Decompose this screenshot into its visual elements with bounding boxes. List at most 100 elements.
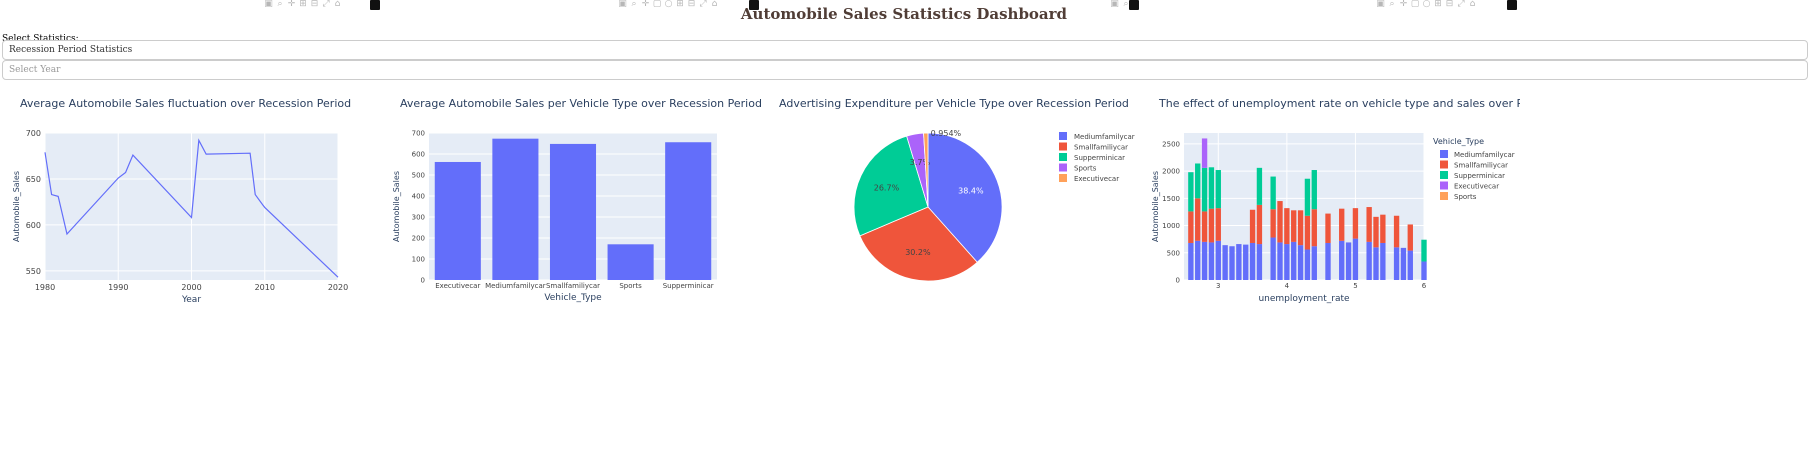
legend-swatch <box>1440 171 1448 179</box>
bar-chart: Average Automobile Sales per Vehicle Typ… <box>380 95 762 325</box>
y-tick-label: 600 <box>412 151 425 159</box>
bar-segment-smallfamiliycar <box>1188 211 1194 243</box>
bar-segment-supperminicar <box>1201 167 1208 212</box>
bar-segment-smallfamiliycar <box>1195 198 1201 241</box>
zoom-icon[interactable]: ⌕ <box>630 0 639 9</box>
slice-label: 0.954% <box>931 129 962 138</box>
bar-segment-supperminicar <box>1188 172 1194 212</box>
bar-segment-smallfamiliycar <box>1277 201 1283 243</box>
zoom-icon[interactable]: ⌕ <box>1388 0 1397 9</box>
lasso-icon[interactable]: ○ <box>664 0 673 9</box>
bar-segment-smallfamiliycar <box>1304 215 1311 250</box>
bar-segment-smallfamiliycar <box>1373 216 1379 248</box>
y-tick-label: 500 <box>1167 249 1180 257</box>
bar-segment-supperminicar <box>1304 178 1311 216</box>
bar-segment-supperminicar <box>1208 167 1215 209</box>
x-tick-label: Mediumfamilycar <box>485 282 546 290</box>
zoom-in-icon[interactable]: ⊞ <box>676 0 685 9</box>
legend-label: Executivecar <box>1074 175 1119 183</box>
y-tick-label: 0 <box>421 277 425 285</box>
home-icon[interactable]: ⌂ <box>333 0 342 9</box>
autoscale-icon[interactable]: ⤢ <box>699 0 708 9</box>
zoom-in-icon[interactable]: ⊞ <box>299 0 308 9</box>
bar-segment-mediumfamilycar <box>1256 244 1263 280</box>
y-tick-label: 600 <box>26 221 41 230</box>
legend-swatch <box>1059 142 1067 151</box>
plotly-logo-icon[interactable] <box>1507 0 1517 10</box>
bar-segment-smallfamiliycar <box>1256 204 1263 245</box>
bar-segment-mediumfamilycar <box>1325 242 1331 280</box>
year-dropdown[interactable]: Select Year <box>2 60 1808 80</box>
y-tick-label: 100 <box>412 256 425 264</box>
y-tick-label: 0 <box>1176 277 1180 285</box>
plotly-logo-icon[interactable] <box>749 0 759 10</box>
legend-swatch <box>1440 181 1448 190</box>
bar-segment-smallfamiliycar <box>1311 209 1317 247</box>
x-tick-label: 2020 <box>328 283 348 292</box>
x-tick-label: Sports <box>619 282 642 290</box>
camera-icon[interactable]: ▣ <box>264 0 273 9</box>
bar-smallfamiliycar <box>549 143 597 280</box>
bar-segment-supperminicar <box>1195 163 1201 199</box>
pan-icon[interactable]: ✛ <box>641 0 650 9</box>
plotly-logo-icon[interactable] <box>1129 0 1139 10</box>
bar-segment-mediumfamilycar <box>1222 245 1228 280</box>
x-tick-label: Supperminicar <box>663 282 714 290</box>
camera-icon[interactable]: ▣ <box>618 0 627 9</box>
home-icon[interactable]: ⌂ <box>710 0 719 9</box>
bar-segment-mediumfamilycar <box>1339 240 1345 280</box>
y-tick-label: 300 <box>412 214 425 222</box>
bar-segment-mediumfamilycar <box>1229 246 1235 280</box>
legend-label: Mediumfamilycar <box>1454 151 1515 159</box>
x-tick-label: 5 <box>1353 282 1357 290</box>
bar-segment-smallfamiliycar <box>1325 213 1331 243</box>
plotly-logo-icon[interactable] <box>370 0 380 10</box>
y-tick-label: 2000 <box>1162 168 1180 176</box>
stacked-bar-chart-title: The effect of unemployment rate on vehic… <box>1159 97 1520 110</box>
bar-segment-mediumfamilycar <box>1249 242 1256 280</box>
home-icon[interactable]: ⌂ <box>1468 0 1477 9</box>
bar-segment-executivecar <box>1201 138 1208 168</box>
pan-icon[interactable]: ✛ <box>287 0 296 9</box>
zoom-out-icon[interactable]: ⊟ <box>310 0 319 9</box>
autoscale-icon[interactable]: ⤢ <box>322 0 331 9</box>
zoom-out-icon[interactable]: ⊟ <box>1445 0 1454 9</box>
x-axis-title: unemployment_rate <box>1258 294 1350 304</box>
slice-label: 30.2% <box>905 248 931 257</box>
legend-label: Mediumfamilycar <box>1074 133 1135 141</box>
bar-segment-mediumfamilycar <box>1270 237 1276 280</box>
autoscale-icon[interactable]: ⤢ <box>1457 0 1466 9</box>
camera-icon[interactable]: ▣ <box>1110 0 1119 9</box>
legend-swatch <box>1059 132 1067 140</box>
zoom-out-icon[interactable]: ⊟ <box>687 0 696 9</box>
zoom-icon[interactable]: ⌕ <box>276 0 285 9</box>
statistics-dropdown[interactable]: Recession Period Statistics <box>2 40 1808 60</box>
slice-label: 38.4% <box>958 187 984 196</box>
y-tick-label: 2500 <box>1162 140 1180 148</box>
bar-segment-mediumfamilycar <box>1236 244 1242 280</box>
lasso-icon[interactable]: ○ <box>1422 0 1431 9</box>
bar-segment-smallfamiliycar <box>1208 208 1215 243</box>
pan-icon[interactable]: ✛ <box>1399 0 1408 9</box>
y-tick-label: 650 <box>26 175 41 184</box>
zoom-in-icon[interactable]: ⊞ <box>1434 0 1443 9</box>
bar-segment-smallfamiliycar <box>1352 208 1359 239</box>
legend-swatch <box>1440 150 1448 158</box>
bar-segment-supperminicar <box>1215 170 1221 209</box>
box-select-icon[interactable]: ▢ <box>653 0 662 9</box>
box-select-icon[interactable]: ▢ <box>1411 0 1420 9</box>
camera-icon[interactable]: ▣ <box>1376 0 1385 9</box>
y-tick-label: 1000 <box>1162 222 1180 230</box>
bar-chart-title: Average Automobile Sales per Vehicle Typ… <box>400 97 762 110</box>
bar-segment-mediumfamilycar <box>1345 242 1352 280</box>
bar-segment-mediumfamilycar <box>1243 244 1249 280</box>
x-tick-label: 2000 <box>181 283 201 292</box>
y-tick-label: 700 <box>26 129 41 138</box>
legend-title: Vehicle_Type <box>1433 137 1484 146</box>
bar-segment-supperminicar <box>1270 176 1276 210</box>
stacked-bar-chart: The effect of unemployment rate on vehic… <box>1140 95 1520 325</box>
line-chart: Average Automobile Sales fluctuation ove… <box>0 95 370 325</box>
x-tick-label: 6 <box>1422 282 1427 290</box>
bar-segment-supperminicar <box>1311 170 1317 210</box>
bar-segment-mediumfamilycar <box>1195 240 1201 280</box>
